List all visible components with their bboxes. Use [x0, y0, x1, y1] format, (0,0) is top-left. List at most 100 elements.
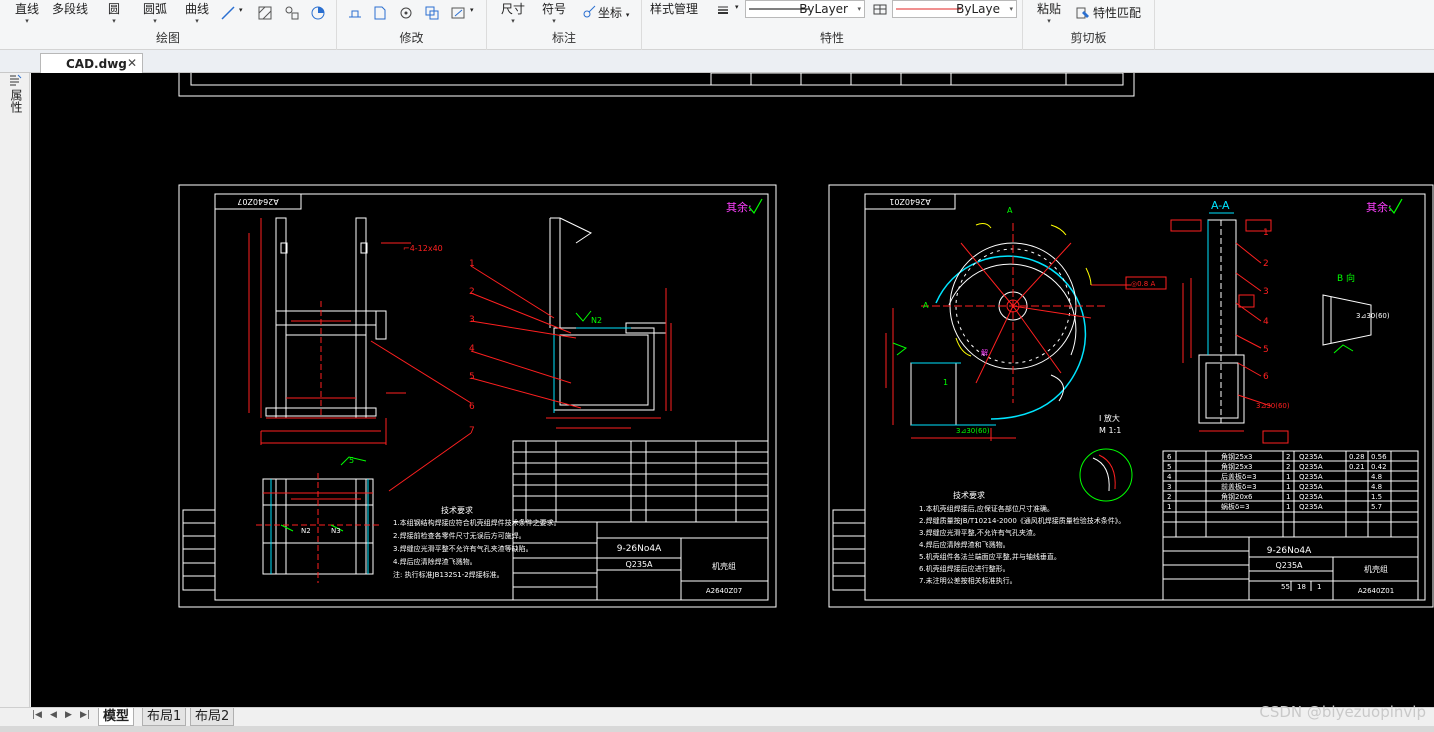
lineweight-caret[interactable]: ▾	[735, 3, 739, 11]
right-weld-bottom: 3⊿30(60)	[956, 427, 990, 435]
lineweight-icon[interactable]	[715, 2, 731, 18]
left-notes: 1.本组钢结构焊接应符合机壳组焊件技术条件之要求。 2.焊接前检查各零件尺寸无误…	[393, 518, 561, 579]
svg-text:前盖板δ=3: 前盖板δ=3	[1221, 482, 1257, 491]
svg-text:1: 1	[1286, 503, 1290, 511]
svg-text:0.42: 0.42	[1371, 463, 1387, 471]
arc-button[interactable]: 圆弧 ▾	[143, 0, 167, 25]
svg-text:4.焊后应清除焊渣飞溅物。: 4.焊后应清除焊渣飞溅物。	[393, 557, 477, 566]
watermark: CSDN @biyezuopinvip	[1259, 703, 1426, 721]
move-icon[interactable]	[347, 5, 363, 21]
right-tb-num-3: 1	[1317, 583, 1321, 591]
svg-text:3: 3	[1263, 287, 1269, 297]
last-layout-icon[interactable]: ▶|	[80, 710, 90, 720]
layout-tab-layout2[interactable]: 布局2	[190, 708, 235, 726]
svg-text:M 1:1: M 1:1	[1099, 426, 1121, 435]
hatch-icon[interactable]	[257, 5, 273, 21]
coordinate-button[interactable]: 坐标 ▾	[598, 4, 629, 21]
svg-text:1.本机壳组焊接后,应保证各部位尺寸准确。: 1.本机壳组焊接后,应保证各部位尺寸准确。	[919, 504, 1054, 513]
right-drawing-sheet: A2640Z01 其余: A A ◎0.8 A 解 1 3⊿30(60) I 放…	[828, 184, 1434, 608]
dimension-button[interactable]: 尺寸 ▾	[501, 0, 525, 25]
properties-panel-label[interactable]: 属性	[8, 89, 23, 113]
left-front-view	[265, 217, 387, 419]
properties-panel-icon[interactable]	[7, 73, 23, 89]
right-margin-table	[832, 509, 866, 591]
close-tab-icon[interactable]: ✕	[127, 56, 137, 70]
array-icon[interactable]	[424, 5, 440, 21]
left-weld-symbol-icon	[575, 310, 592, 322]
draw-group-title: 绘图	[155, 31, 180, 45]
match-properties-button[interactable]: 特性匹配	[1093, 4, 1141, 21]
svg-text:后盖板δ=3: 后盖板δ=3	[1221, 472, 1257, 481]
right-tb-code: A2640Z01	[1358, 587, 1394, 595]
right-section-view	[1198, 219, 1245, 424]
linetype-combo[interactable]: ByLayer ▾	[745, 0, 865, 18]
polyline-button[interactable]: 多段线	[52, 0, 88, 17]
svg-text:Q235A: Q235A	[1299, 483, 1323, 491]
right-view-b	[1322, 294, 1372, 346]
svg-text:1.5: 1.5	[1371, 493, 1382, 501]
region-icon[interactable]	[310, 5, 326, 21]
left-sheet-surface-note: 其余:	[726, 200, 752, 214]
curve-button[interactable]: 曲线 ▾	[185, 0, 209, 25]
right-view-b-note: 3⊿30(60)	[1356, 312, 1390, 320]
svg-text:1: 1	[1263, 228, 1269, 238]
right-tb-material: Q235A	[1275, 561, 1303, 570]
layer-grid-icon[interactable]	[872, 1, 888, 17]
rotate-icon[interactable]	[398, 5, 414, 21]
construction-line-icon[interactable]	[220, 5, 236, 21]
cad-drawing: A2640Z07 其余: ⌐4-12x40 1 2 3 4 5 6 7 N2 5…	[178, 73, 1434, 608]
left-balloons: 1 2 3 4 5 6 7	[469, 259, 475, 436]
drawing-canvas[interactable]: A2640Z07 其余: ⌐4-12x40 1 2 3 4 5 6 7 N2 5…	[31, 73, 1434, 707]
edit-icon[interactable]	[450, 5, 466, 21]
svg-text:1: 1	[1286, 473, 1290, 481]
copy-icon[interactable]	[372, 5, 388, 21]
next-layout-icon[interactable]: ▶	[65, 710, 72, 720]
left-weld-note: ⌐4-12x40	[403, 244, 443, 253]
shapes-icon[interactable]	[284, 5, 300, 21]
circle-button[interactable]: 圆 ▾	[108, 0, 120, 25]
svg-text:1: 1	[1167, 503, 1171, 511]
left-bom-table	[512, 440, 769, 523]
prev-layout-icon[interactable]: ◀	[50, 710, 57, 720]
right-weld-left-icon	[892, 342, 908, 356]
left-tb-part: 机壳组	[712, 561, 736, 571]
svg-text:5.机壳组件各法兰端面应平整,并与轴线垂直。: 5.机壳组件各法兰端面应平整,并与轴线垂直。	[919, 552, 1061, 561]
svg-text:2: 2	[1286, 463, 1290, 471]
coordinate-icon[interactable]	[581, 4, 597, 20]
svg-text:0.28: 0.28	[1349, 453, 1365, 461]
svg-text:4.焊后应清除焊渣和飞溅物。: 4.焊后应清除焊渣和飞溅物。	[919, 540, 1010, 549]
left-side-view	[549, 217, 667, 411]
svg-text:Q235A: Q235A	[1299, 473, 1323, 481]
svg-text:3: 3	[1167, 483, 1171, 491]
svg-text:6: 6	[1263, 372, 1269, 382]
match-properties-icon[interactable]	[1075, 5, 1091, 21]
left-plan-weld-label: 5	[349, 456, 354, 465]
clipboard-group-title: 剪切板	[1070, 31, 1107, 45]
document-tab[interactable]: CAD.dwg ✕	[40, 53, 143, 73]
color-combo[interactable]: ByLaye ▾	[892, 0, 1017, 18]
paste-button[interactable]: 粘贴 ▾	[1037, 0, 1061, 25]
line-button[interactable]: 直线 ▾	[15, 0, 39, 25]
right-volute-view	[910, 242, 1087, 426]
right-sheet-code-top: A2640Z01	[889, 197, 931, 206]
linetype-value: ByLayer	[799, 2, 848, 16]
layout-tab-layout1[interactable]: 布局1	[142, 708, 187, 726]
svg-text:1: 1	[469, 259, 475, 269]
line-dropdown-caret[interactable]: ▾	[239, 6, 243, 14]
right-detail-view: I 放大 M 1:1	[1079, 413, 1133, 502]
svg-text:1: 1	[1286, 493, 1290, 501]
right-tb-name: 9-26No4A	[1267, 546, 1312, 556]
first-layout-icon[interactable]: |◀	[32, 710, 42, 720]
modify-dropdown-caret[interactable]: ▾	[470, 6, 474, 14]
svg-text:角钢25x3: 角钢25x3	[1221, 452, 1253, 461]
svg-text:2: 2	[1167, 493, 1171, 501]
layout-tab-bar: |◀ ◀ ▶ ▶| 模型 布局1 布局2	[0, 707, 1434, 726]
svg-text:4.8: 4.8	[1371, 473, 1382, 481]
right-section-a-left: A	[923, 301, 929, 310]
symbol-button[interactable]: 符号 ▾	[542, 0, 566, 25]
right-tolerance-text: ◎0.8 A	[1131, 280, 1155, 288]
right-balloons: 1 2 3 4 5 6	[1263, 228, 1269, 382]
svg-text:4: 4	[469, 344, 475, 354]
style-manager-button[interactable]: 样式管理	[650, 0, 698, 17]
layout-tab-model[interactable]: 模型	[98, 708, 135, 726]
